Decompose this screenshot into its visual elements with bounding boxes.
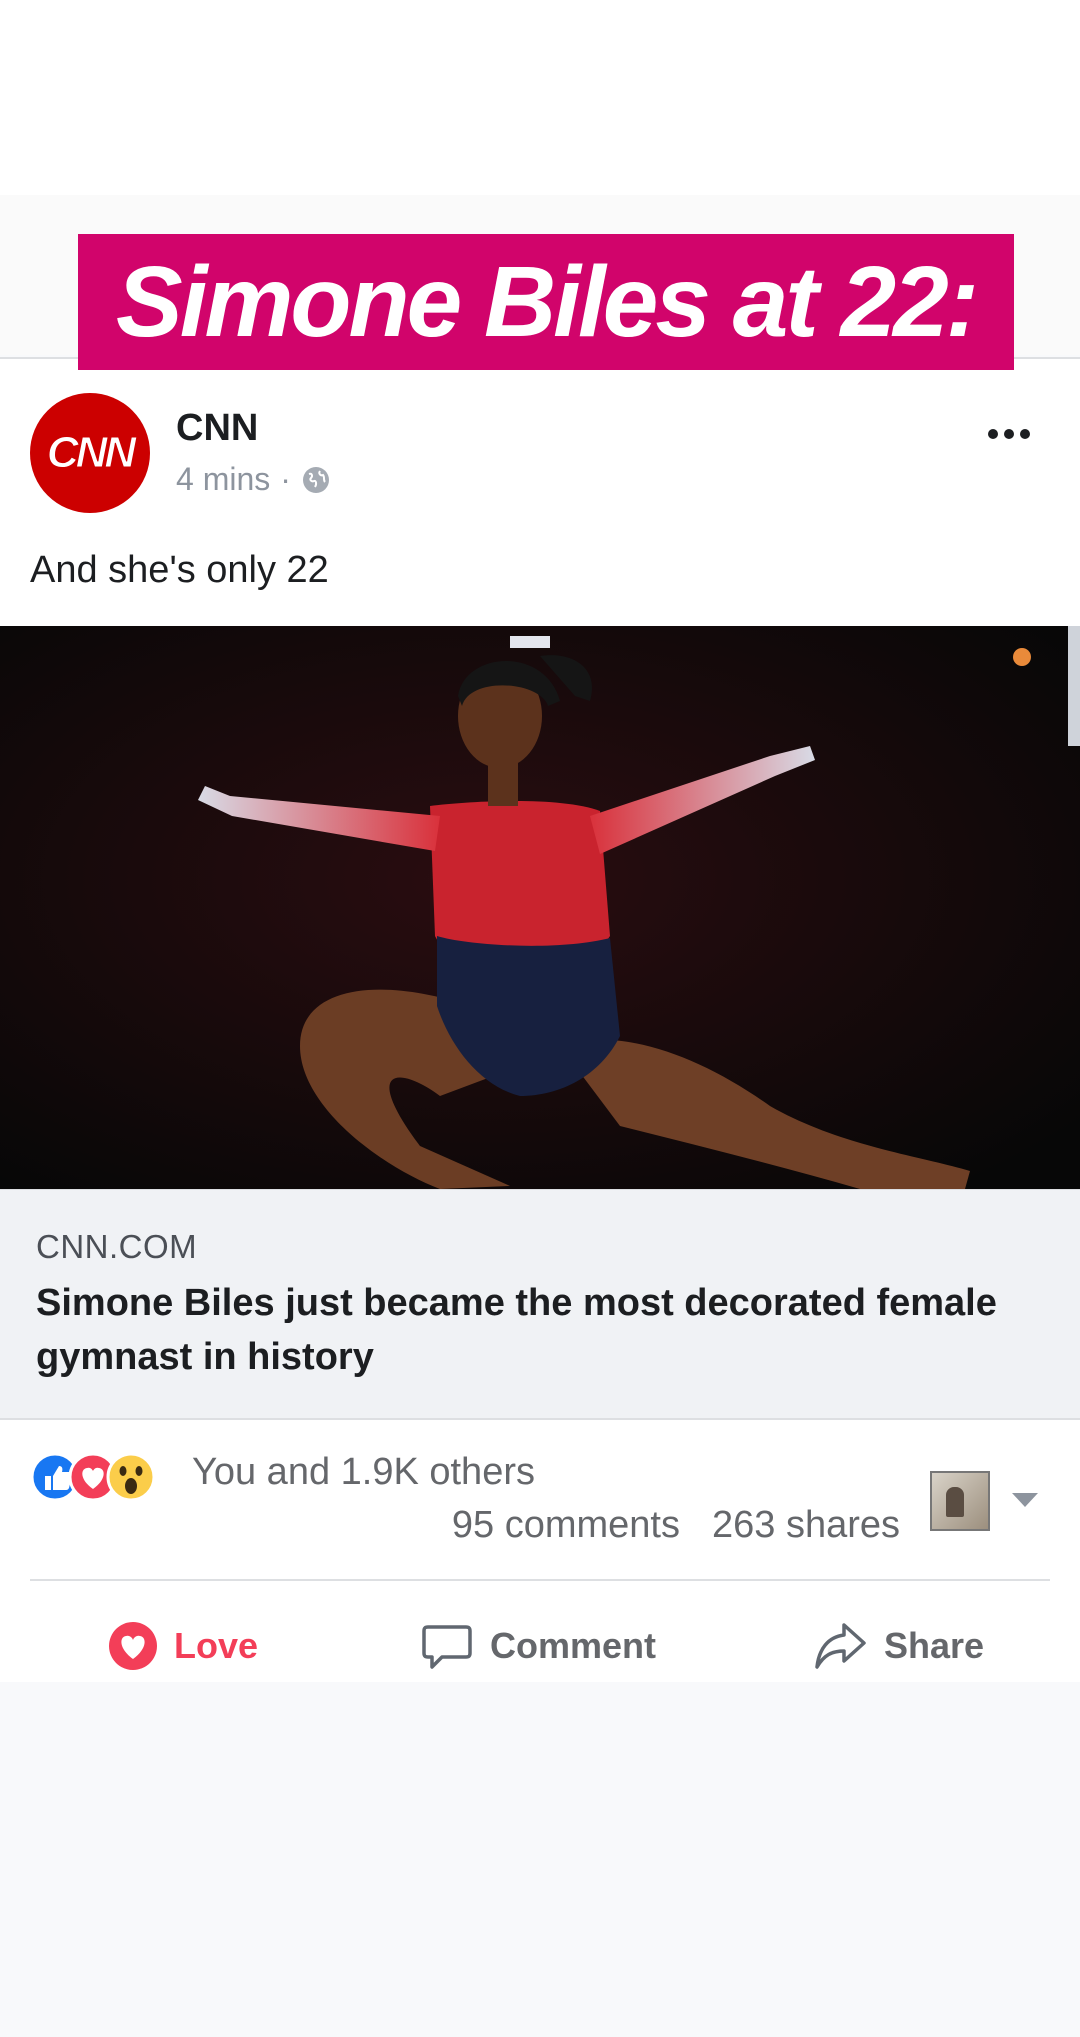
- more-icon-dot: [1004, 429, 1014, 439]
- viewer-avatar[interactable]: [930, 1471, 990, 1531]
- page-name[interactable]: CNN: [176, 407, 258, 450]
- chevron-down-icon[interactable]: [1012, 1493, 1038, 1507]
- comments-count[interactable]: 95 comments: [452, 1504, 680, 1547]
- link-domain: CNN.COM: [36, 1228, 198, 1265]
- share-label: Share: [884, 1625, 985, 1666]
- more-options-button[interactable]: [988, 429, 1030, 439]
- reactions-summary[interactable]: [30, 1451, 156, 1503]
- post-text: And she's only 22: [30, 549, 329, 591]
- love-button[interactable]: Love: [108, 1611, 258, 1681]
- post-meta: 4 mins ·: [176, 461, 331, 498]
- engagement-counts: 95 comments 263 shares: [452, 1504, 900, 1547]
- link-title: Simone Biles just became the most decora…: [36, 1282, 997, 1378]
- shares-count[interactable]: 263 shares: [712, 1504, 900, 1547]
- top-blank-area: [0, 0, 1080, 195]
- reactions-text[interactable]: You and 1.9K others: [192, 1451, 535, 1494]
- heart-icon: [109, 1622, 157, 1670]
- comment-button[interactable]: Comment: [420, 1611, 656, 1681]
- share-button[interactable]: Share: [812, 1611, 984, 1681]
- link-preview[interactable]: CNN.COM Simone Biles just became the mos…: [0, 1189, 1080, 1420]
- meta-separator: ·: [280, 461, 291, 497]
- post-photo[interactable]: [0, 626, 1080, 1189]
- divider: [30, 1579, 1050, 1581]
- more-icon-dot: [1020, 429, 1030, 439]
- more-icon: [988, 429, 998, 439]
- comment-icon: [422, 1625, 472, 1669]
- love-label: Love: [174, 1625, 259, 1666]
- cnn-logo: CNN: [46, 428, 136, 478]
- action-bar: Love Comment Share: [0, 1611, 1080, 1681]
- wow-reaction-icon: [106, 1452, 156, 1502]
- post-time[interactable]: 4 mins: [176, 461, 270, 498]
- globe-icon: [302, 466, 329, 493]
- headline-overlay: Simone Biles at 22:: [78, 234, 1014, 370]
- comment-label: Comment: [490, 1625, 657, 1666]
- page-avatar[interactable]: CNN: [30, 393, 150, 513]
- share-icon: [815, 1623, 866, 1669]
- post-card: CNN CNN 4 mins · And she's only 22 CNN.C…: [0, 357, 1080, 1682]
